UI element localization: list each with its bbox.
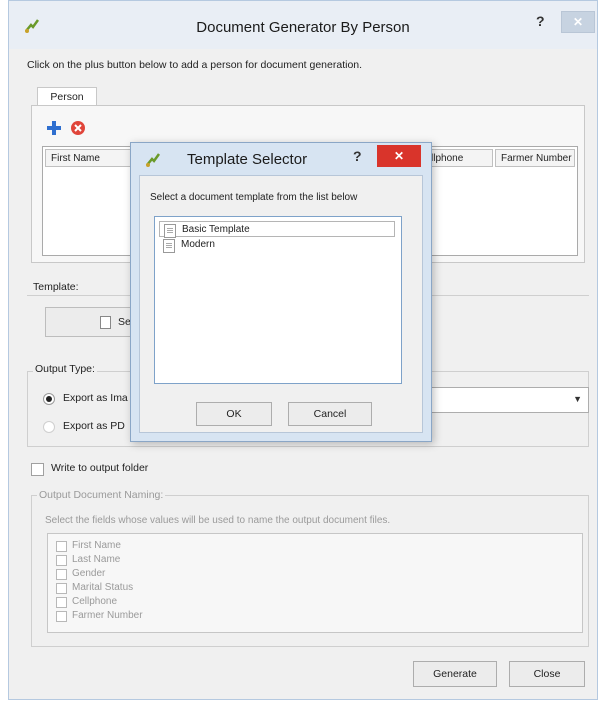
close-button[interactable]: Close [509, 661, 585, 687]
naming-fields-list: First Name Last Name Gender Marital Stat… [47, 533, 583, 633]
document-icon [163, 239, 175, 253]
remove-person-icon[interactable] [70, 120, 86, 136]
ok-button[interactable]: OK [196, 402, 272, 426]
document-icon [164, 224, 176, 238]
field-checkbox[interactable] [56, 597, 67, 608]
title-bar: Document Generator By Person ? ✕ [9, 1, 597, 49]
column-header-cellphone[interactable]: llphone [425, 149, 493, 167]
list-item[interactable]: Modern [159, 237, 215, 253]
add-person-icon[interactable] [46, 120, 62, 136]
chevron-down-icon: ▼ [573, 394, 582, 404]
column-header-farmer-number[interactable]: Farmer Number [495, 149, 575, 167]
output-naming-label: Output Document Naming: [37, 489, 166, 501]
tab-person[interactable]: Person [37, 87, 97, 106]
dialog-help-button[interactable]: ? [353, 148, 362, 164]
template-list[interactable]: Basic Template Modern [154, 216, 402, 384]
write-to-folder-checkbox[interactable] [31, 463, 44, 476]
export-pdf-radio[interactable] [43, 421, 55, 433]
dialog-instruction: Select a document template from the list… [150, 192, 358, 203]
export-image-radio[interactable] [43, 393, 55, 405]
select-template-label: Se [118, 316, 131, 328]
template-group-label: Template: [31, 281, 81, 293]
field-checkbox[interactable] [56, 541, 67, 552]
export-pdf-label: Export as PD [63, 420, 125, 432]
output-type-label: Output Type: [33, 363, 97, 375]
field-checkbox[interactable] [56, 569, 67, 580]
cancel-button[interactable]: Cancel [288, 402, 372, 426]
export-image-label: Export as Ima [63, 392, 128, 404]
dialog-body: Select a document template from the list… [139, 175, 423, 433]
generate-button[interactable]: Generate [413, 661, 497, 687]
output-naming-description: Select the fields whose values will be u… [45, 515, 391, 526]
app-logo-icon [146, 153, 161, 167]
document-icon [100, 316, 111, 329]
field-checkbox[interactable] [56, 611, 67, 622]
field-checkbox[interactable] [56, 555, 67, 566]
field-checkbox[interactable] [56, 583, 67, 594]
instructions-text: Click on the plus button below to add a … [27, 59, 363, 71]
dialog-close-button[interactable]: ✕ [377, 145, 421, 167]
window-close-button[interactable]: ✕ [561, 11, 595, 33]
window-title: Document Generator By Person [196, 19, 410, 36]
dialog-title: Template Selector [187, 151, 308, 168]
list-item[interactable]: Basic Template [159, 221, 395, 238]
column-header-first-name[interactable]: First Name [45, 149, 135, 167]
image-format-select[interactable]: ▼ [429, 387, 589, 413]
write-to-folder-label: Write to output folder [51, 462, 149, 474]
help-button[interactable]: ? [536, 13, 545, 29]
template-selector-dialog: Template Selector ? ✕ Select a document … [130, 142, 432, 442]
